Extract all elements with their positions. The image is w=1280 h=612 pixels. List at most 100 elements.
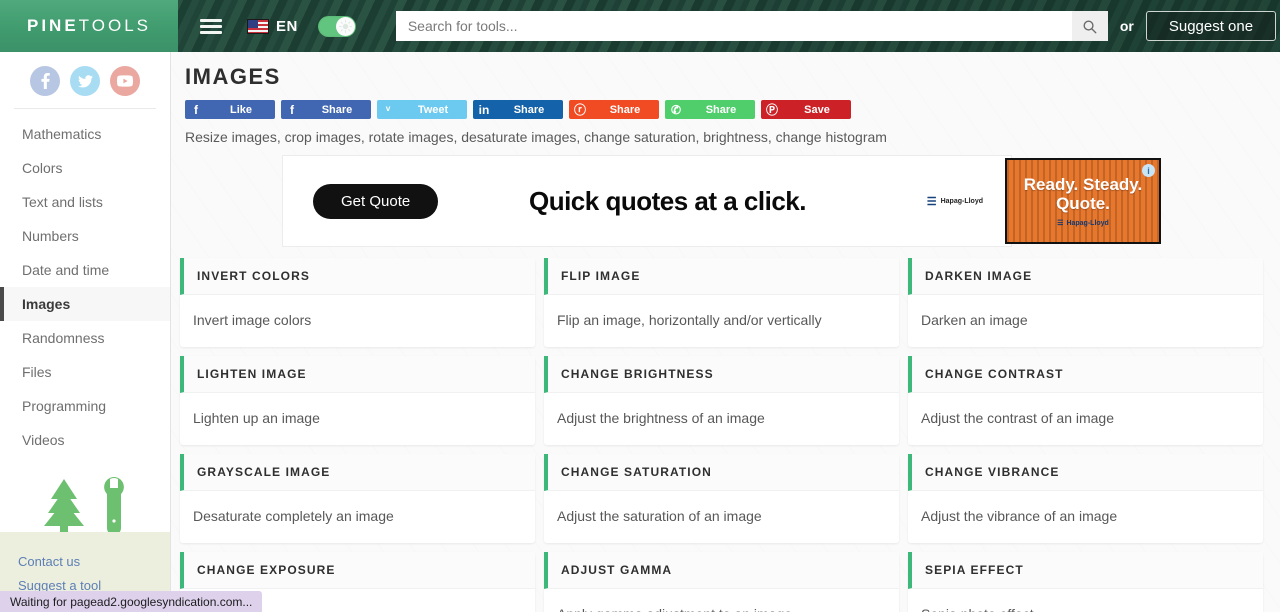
tool-card-description: Darken an image bbox=[921, 312, 1028, 328]
sidebar-item-numbers[interactable]: Numbers bbox=[0, 219, 170, 253]
tool-card-description: Lighten up an image bbox=[193, 410, 320, 426]
sidebar-item-colors[interactable]: Colors bbox=[0, 151, 170, 185]
page-title: IMAGES bbox=[185, 64, 281, 89]
us-flag-icon[interactable] bbox=[247, 18, 269, 34]
tool-card[interactable]: SEPIA EFFECT Sepia photo effect bbox=[908, 552, 1263, 612]
tool-card[interactable]: CHANGE SATURATION Adjust the saturation o… bbox=[544, 454, 899, 543]
language-label[interactable]: EN bbox=[276, 18, 298, 35]
sidebar-divider bbox=[14, 108, 156, 109]
tool-card-title: DARKEN IMAGE bbox=[925, 269, 1033, 283]
ad-info-icon[interactable]: i bbox=[1142, 164, 1155, 177]
youtube-icon[interactable] bbox=[110, 66, 140, 96]
tool-card[interactable]: ADJUST GAMMA Apply gamma adjustment to an… bbox=[544, 552, 899, 612]
tool-card-body: Sepia photo effect bbox=[908, 589, 1263, 612]
pine-tree-icon bbox=[44, 479, 84, 534]
ad-image-line2: Quote. bbox=[1056, 194, 1110, 213]
facebook-share-icon: f bbox=[290, 102, 294, 117]
tool-card[interactable]: GRAYSCALE IMAGE Desaturate completely an … bbox=[180, 454, 535, 543]
tool-card-header: ADJUST GAMMA bbox=[544, 552, 899, 589]
tool-card-body: Lighten up an image bbox=[180, 393, 535, 445]
sidebar-item-files[interactable]: Files bbox=[0, 355, 170, 389]
tool-card-header: INVERT COLORS bbox=[180, 258, 535, 295]
facebook-icon[interactable] bbox=[30, 66, 60, 96]
tool-card-description: Invert image colors bbox=[193, 312, 312, 328]
sidebar-nav: Mathematics Colors Text and lists Numbers Da… bbox=[0, 117, 170, 457]
sidebar-item-date-and-time[interactable]: Date and time bbox=[0, 253, 170, 287]
contact-us-link[interactable]: Contact us bbox=[18, 554, 170, 569]
sidebar-item-randomness[interactable]: Randomness bbox=[0, 321, 170, 355]
tool-card-title: CHANGE EXPOSURE bbox=[197, 563, 336, 577]
tool-card-body: Adjust the saturation of an image bbox=[544, 491, 899, 543]
tool-card-title: CHANGE SATURATION bbox=[561, 465, 712, 479]
sidebar: Mathematics Colors Text and lists Numbers Da… bbox=[0, 52, 171, 612]
logo[interactable]: PINE TOOLS bbox=[0, 0, 178, 52]
tool-card[interactable]: DARKEN IMAGE Darken an image bbox=[908, 258, 1263, 347]
share-button-twitter[interactable]: ᵛ Tweet bbox=[377, 100, 467, 119]
tool-card-description: Sepia photo effect bbox=[921, 606, 1263, 612]
main-content: IMAGES f Like f Share ᵛ Tweet in Share ⓡ Share ✆ Sh… bbox=[171, 52, 1280, 612]
share-button-label: Like bbox=[229, 103, 252, 116]
sidebar-item-text-and-lists[interactable]: Text and lists bbox=[0, 185, 170, 219]
search-button[interactable] bbox=[1071, 11, 1108, 41]
tool-card-header: CHANGE EXPOSURE bbox=[180, 552, 535, 589]
sidebar-item-programming[interactable]: Programming bbox=[0, 389, 170, 423]
hamburger-icon[interactable] bbox=[200, 16, 222, 37]
sidebar-decoration bbox=[0, 473, 170, 535]
tool-card-body: Invert image colors bbox=[180, 295, 535, 347]
logo-light: TOOLS bbox=[78, 16, 151, 35]
tool-card[interactable]: CHANGE VIBRANCE Adjust the vibrance of an… bbox=[908, 454, 1263, 543]
tool-card-body: Apply gamma adjustment to an image bbox=[544, 589, 899, 612]
share-button-facebook-share[interactable]: f Share bbox=[281, 100, 371, 119]
share-button-label: Share bbox=[609, 103, 641, 116]
tool-card-description: Adjust the vibrance of an image bbox=[921, 508, 1118, 524]
tool-card[interactable]: LIGHTEN IMAGE Lighten up an image bbox=[180, 356, 535, 445]
linkedin-icon: in bbox=[478, 102, 490, 117]
tool-card-header: GRAYSCALE IMAGE bbox=[180, 454, 535, 491]
tool-card-title: SEPIA EFFECT bbox=[925, 563, 1024, 577]
share-button-label: Share bbox=[513, 103, 545, 116]
search-bar bbox=[395, 11, 1108, 41]
tool-card-description: Flip an image, horizontally and/or verti… bbox=[557, 312, 822, 328]
tool-card-description: Adjust the brightness of an image bbox=[557, 410, 765, 426]
twitter-icon[interactable] bbox=[70, 66, 100, 96]
tool-card-title: CHANGE VIBRANCE bbox=[925, 465, 1060, 479]
suggest-one-button[interactable]: Suggest one bbox=[1145, 11, 1277, 41]
status-bar: Waiting for pagead2.googlesyndication.co… bbox=[0, 591, 263, 612]
share-button-facebook-like[interactable]: f Like bbox=[185, 100, 275, 119]
ad-banner[interactable]: Get Quote Quick quotes at a click. ☰ Hap… bbox=[283, 156, 1011, 246]
share-button-pinterest[interactable]: Ⓟ Save bbox=[761, 100, 851, 119]
tool-card-header: CHANGE CONTRAST bbox=[908, 356, 1263, 393]
search-input[interactable] bbox=[395, 11, 1072, 41]
tool-card[interactable]: CHANGE CONTRAST Adjust the contrast of an… bbox=[908, 356, 1263, 445]
share-button-reddit[interactable]: ⓡ Share bbox=[569, 100, 659, 119]
share-button-label: Save bbox=[804, 103, 830, 116]
tool-card-header: CHANGE BRIGHTNESS bbox=[544, 356, 899, 393]
ad-image-brand: ☰ Hapag-Lloyd bbox=[1057, 219, 1109, 228]
sidebar-item-videos[interactable]: Videos bbox=[0, 423, 170, 457]
tool-card-title: GRAYSCALE IMAGE bbox=[197, 465, 331, 479]
tool-card[interactable]: INVERT COLORS Invert image colors bbox=[180, 258, 535, 347]
tool-card[interactable]: CHANGE BRIGHTNESS Adjust the brightness o… bbox=[544, 356, 899, 445]
theme-toggle[interactable] bbox=[317, 15, 356, 37]
sidebar-item-images[interactable]: Images bbox=[0, 287, 170, 321]
pinterest-icon: Ⓟ bbox=[765, 103, 778, 117]
tool-card-title: CHANGE CONTRAST bbox=[925, 367, 1064, 381]
ad-creative-image[interactable]: i Ready. Steady. Quote. ☰ Hapag-Lloyd bbox=[1005, 158, 1161, 244]
tool-card-grid: INVERT COLORS Invert image colors FLIP IMA… bbox=[171, 258, 1280, 612]
tool-card-title: LIGHTEN IMAGE bbox=[197, 367, 307, 381]
share-button-linkedin[interactable]: in Share bbox=[473, 100, 563, 119]
tool-card-header: SEPIA EFFECT bbox=[908, 552, 1263, 589]
sidebar-item-mathematics[interactable]: Mathematics bbox=[0, 117, 170, 151]
share-button-whatsapp[interactable]: ✆ Share bbox=[665, 100, 755, 119]
or-label: or bbox=[1119, 18, 1134, 34]
logo-bold: PINE bbox=[26, 16, 79, 35]
tool-card-header: CHANGE VIBRANCE bbox=[908, 454, 1263, 491]
tool-card[interactable]: FLIP IMAGE Flip an image, horizontally an… bbox=[544, 258, 899, 347]
page-subtitle: Resize images, crop images, rotate image… bbox=[185, 129, 887, 145]
tool-card-title: INVERT COLORS bbox=[197, 269, 310, 283]
ad-brand-label: Hapag-Lloyd bbox=[940, 197, 983, 205]
share-button-label: Tweet bbox=[417, 103, 449, 116]
ad-image-line1: Ready. Steady. bbox=[1023, 175, 1143, 194]
reddit-icon: ⓡ bbox=[573, 103, 586, 117]
tool-card-description: Adjust the saturation of an image bbox=[557, 508, 762, 524]
